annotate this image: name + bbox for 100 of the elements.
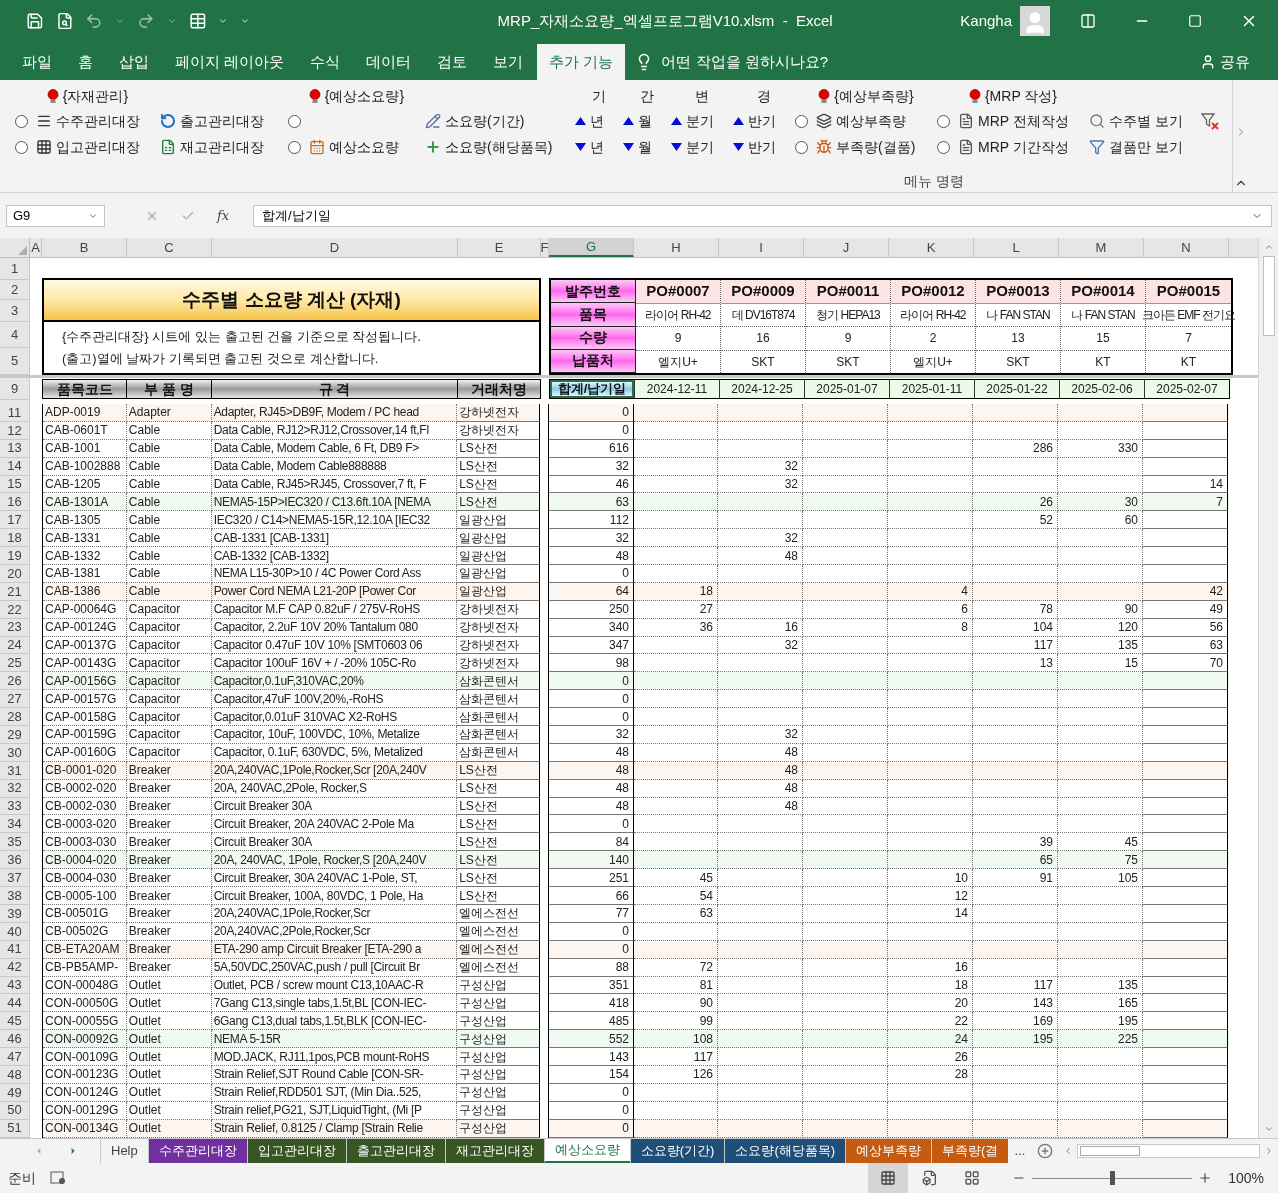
row-header[interactable]: 19 [0,547,30,565]
dropdown-icon[interactable] [218,16,229,26]
page-layout-icon[interactable] [922,1170,939,1186]
column-header[interactable]: E [458,238,541,257]
row-header[interactable]: 37 [0,869,30,888]
zoom-level[interactable]: 100% [1228,1167,1264,1189]
ribbon-tab[interactable]: 수식 [298,44,353,80]
period-button[interactable]: 반기 [733,110,776,132]
radio-button[interactable] [288,140,301,154]
period-button[interactable]: 년 [575,136,604,158]
redo-icon[interactable] [137,12,155,30]
row-header[interactable]: 29 [0,726,30,744]
clear-filter-icon[interactable] [1201,112,1219,130]
zoom-thumb[interactable] [1110,1171,1116,1185]
print-preview-icon[interactable] [55,12,74,30]
ribbon-button[interactable]: 재고관리대장 [160,136,264,158]
period-button[interactable]: 월 [623,110,652,132]
ribbon-button[interactable]: 입고관리대장 [36,136,140,158]
row-header[interactable]: 18 [0,529,30,548]
customize-icon[interactable] [240,16,250,26]
column-header[interactable]: N [1144,238,1229,257]
normal-view-button[interactable] [868,1163,909,1193]
sheet-tab[interactable]: 부족량(결 [931,1139,1009,1163]
table-icon[interactable] [188,12,207,30]
column-header[interactable]: B [42,238,127,257]
row-header[interactable]: 47 [0,1048,30,1066]
period-button[interactable]: 분기 [671,136,714,158]
period-button[interactable]: 반기 [733,136,776,158]
ribbon-tab[interactable]: 홈 [66,44,105,80]
ribbon-tab[interactable]: 추가 기능 [537,44,626,80]
ribbon-tab[interactable]: 페이지 레이아웃 [163,44,297,80]
row-header[interactable]: 5 [0,348,30,375]
column-header[interactable]: L [974,238,1059,257]
column-header[interactable]: A [30,238,42,257]
ribbon-button[interactable]: 예상소요량 [309,136,399,158]
row-header[interactable]: 9 [0,378,30,400]
ribbon-tab[interactable]: 삽입 [107,44,161,80]
sheet-tab[interactable]: 소요량(해당품목) [724,1139,846,1163]
insert-function-button[interactable]: fx [217,205,230,226]
ribbon-tab[interactable]: 데이터 [354,44,424,80]
scroll-thumb[interactable] [1262,256,1275,336]
sheet-tab[interactable]: 예상부족량 [845,1139,932,1163]
page-break-icon[interactable] [964,1170,981,1186]
radio-button[interactable] [795,114,808,128]
row-header[interactable]: 20 [0,565,30,583]
ribbon-button[interactable]: MRP 기간작성 [958,136,1069,158]
maximize-icon[interactable] [1188,14,1202,28]
name-box[interactable]: G9 [6,204,105,227]
column-header[interactable]: M [1059,238,1144,257]
row-header[interactable]: 2 [0,280,30,300]
sheet-tab[interactable]: 소요량(기간) [629,1139,725,1163]
ribbon-display-icon[interactable] [1080,13,1096,29]
ribbon-button[interactable]: 소요량(기간) [425,110,525,132]
period-button[interactable]: 분기 [671,110,714,132]
column-header[interactable]: G [549,238,634,257]
formula-input[interactable]: 합계/납기일 [253,204,1272,227]
row-header[interactable]: 35 [0,833,30,852]
row-header[interactable]: 27 [0,690,30,709]
zoom-slider[interactable] [1032,1171,1193,1185]
next-sheet-icon[interactable] [68,1146,78,1156]
radio-button[interactable] [937,114,950,128]
radio-button[interactable] [937,140,950,154]
radio-button[interactable] [15,114,28,128]
row-header[interactable]: 3 [0,300,30,322]
row-header[interactable]: 17 [0,511,30,530]
ribbon-button[interactable]: 소요량(해당품목) [425,136,553,158]
column-header[interactable]: K [889,238,974,257]
column-header[interactable]: H [634,238,719,257]
ribbon-button[interactable]: 예상부족량 [816,110,906,132]
sheet-tab[interactable]: 입고관리대장 [246,1139,346,1163]
save-icon[interactable] [26,12,44,30]
ribbon-button[interactable]: 부족량(결품) [816,136,916,158]
sheet-tab[interactable]: 출고관리대장 [345,1139,445,1163]
row-header[interactable]: 36 [0,851,30,870]
period-button[interactable]: 월 [623,136,652,158]
row-header[interactable]: 26 [0,672,30,691]
ribbon-button[interactable]: 출고관리대장 [160,110,264,132]
row-header[interactable]: 16 [0,493,30,512]
period-button[interactable]: 년 [575,110,604,132]
sheet-tab[interactable]: 재고관리대장 [444,1139,544,1163]
row-header[interactable]: 11 [0,404,30,422]
scroll-down-icon[interactable] [1263,1124,1274,1134]
row-header[interactable]: 44 [0,994,30,1013]
vertical-scrollbar[interactable] [1258,238,1278,1138]
tell-me-search[interactable]: 어떤 작업을 원하시나요? [661,50,829,74]
more-sheets[interactable]: ... [1008,1139,1032,1163]
row-header[interactable]: 28 [0,708,30,727]
ribbon-button[interactable]: 수주관리대장 [36,110,140,132]
macro-record-icon[interactable] [50,1171,66,1185]
radio-button[interactable] [795,140,808,154]
ribbon-button[interactable]: MRP 전체작성 [958,110,1069,132]
sheet-tab[interactable]: 예상소요량 [543,1139,630,1163]
row-header[interactable]: 45 [0,1012,30,1031]
column-header[interactable]: C [127,238,212,257]
row-header[interactable]: 25 [0,654,30,673]
ribbon-tab[interactable]: 검토 [425,44,480,80]
scroll-right-icon[interactable] [1264,1146,1274,1156]
column-header[interactable]: J [804,238,889,257]
share-button[interactable]: 공유 [1200,44,1278,80]
radio-button[interactable] [288,114,301,128]
